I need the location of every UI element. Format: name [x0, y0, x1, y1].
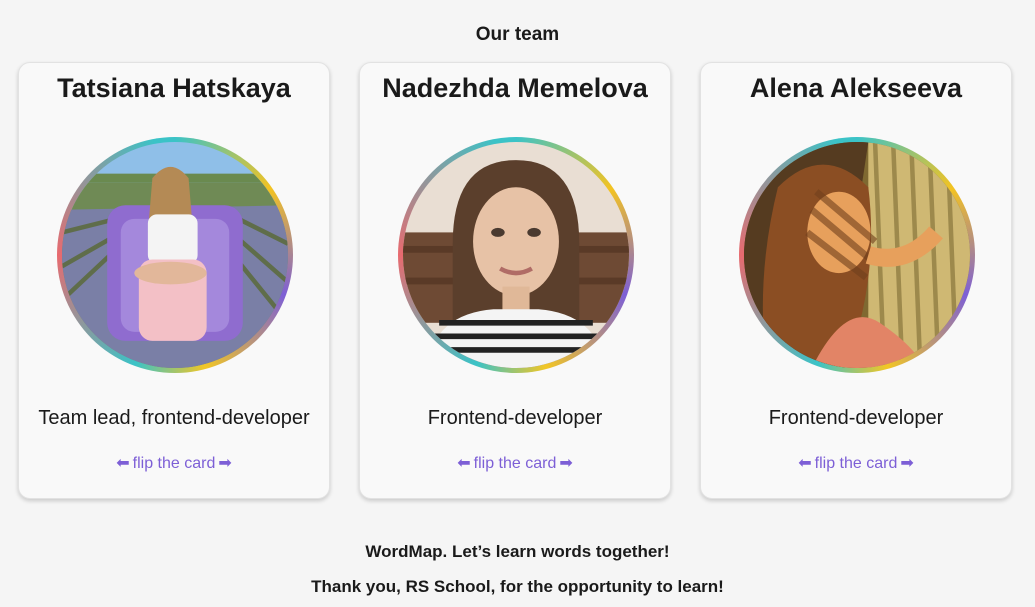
team-cards: Tatsiana Hatskaya Team lead, frontend-de… — [18, 62, 1016, 499]
footer-thanks: Thank you, RS School, for the opportunit… — [311, 577, 724, 596]
avatar — [403, 142, 629, 368]
arrow-right-icon: ➡ — [559, 455, 573, 472]
avatar-ring — [398, 137, 634, 373]
avatar-photo — [62, 142, 288, 368]
arrow-left-icon: ⬅ — [457, 455, 471, 472]
avatar — [744, 142, 970, 368]
flip-label: flip the card — [473, 455, 557, 472]
member-name: Tatsiana Hatskaya — [57, 73, 291, 103]
team-page: Our team Tatsiana Hatskaya Team lead, fr… — [0, 0, 1035, 607]
team-card: Tatsiana Hatskaya Team lead, frontend-de… — [18, 62, 330, 499]
flip-label: flip the card — [814, 455, 898, 472]
flip-label: flip the card — [132, 455, 216, 472]
arrow-left-icon: ⬅ — [798, 455, 812, 472]
avatar-photo — [744, 142, 970, 368]
member-role: Frontend-developer — [768, 407, 944, 429]
arrow-right-icon: ➡ — [900, 455, 914, 472]
flip-card-button[interactable]: ⬅ flip the card ➡ — [360, 453, 670, 473]
member-name: Nadezhda Memelova — [382, 73, 648, 103]
team-card: Alena Alekseeva Frontend-developer ⬅ fli… — [700, 62, 1012, 499]
section-title: Our team — [475, 24, 560, 45]
flip-card-button[interactable]: ⬅ flip the card ➡ — [701, 453, 1011, 473]
avatar-ring — [739, 137, 975, 373]
footer-tagline: WordMap. Let’s learn words together! — [365, 542, 670, 561]
team-card: Nadezhda Memelova Frontend-developer ⬅ f… — [359, 62, 671, 499]
member-name: Alena Alekseeva — [749, 73, 963, 103]
avatar — [62, 142, 288, 368]
member-role: Frontend-developer — [427, 407, 603, 429]
arrow-left-icon: ⬅ — [116, 455, 130, 472]
flip-card-button[interactable]: ⬅ flip the card ➡ — [19, 453, 329, 473]
avatar-ring — [57, 137, 293, 373]
arrow-right-icon: ➡ — [218, 455, 232, 472]
avatar-photo — [403, 142, 629, 368]
member-role: Team lead, frontend-developer — [38, 407, 310, 429]
